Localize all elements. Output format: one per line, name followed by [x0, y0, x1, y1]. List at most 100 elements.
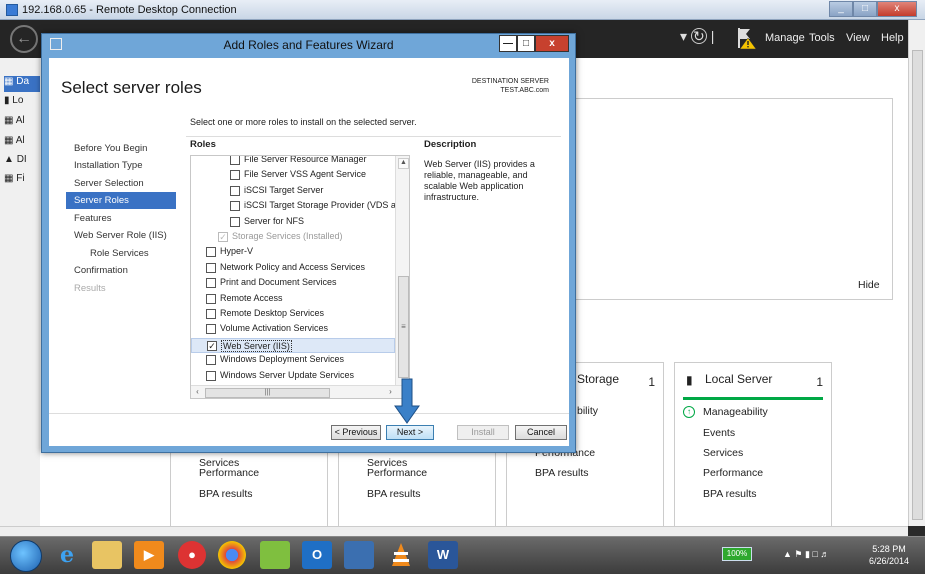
next-button[interactable]: Next > — [386, 425, 434, 440]
internet-explorer-icon[interactable]: e — [52, 541, 82, 569]
nav-item-ad[interactable]: ▦ Al — [4, 135, 40, 151]
role-row[interactable]: Network Policy and Access Services — [191, 261, 395, 276]
roles-list-scroll-thumb[interactable]: ≡ — [398, 276, 409, 378]
nav-item-all-servers[interactable]: ▦ Al — [4, 115, 40, 131]
vlc-icon[interactable] — [386, 541, 416, 569]
scrollbar-thumb[interactable] — [912, 50, 923, 520]
roles-list-hscrollbar[interactable]: ‹ ||| › — [191, 385, 409, 398]
wizard-title: Add Roles and Features Wizard — [223, 38, 394, 52]
menu-manage[interactable]: Manage — [765, 20, 805, 58]
role-row[interactable]: ✓ Web Server (IIS) — [191, 337, 395, 353]
roles-tile-2[interactable]: Services Performance BPA results — [338, 450, 496, 528]
role-checkbox[interactable] — [206, 247, 216, 258]
tile-row[interactable]: Services — [703, 447, 743, 459]
role-row[interactable]: File Server Resource Manager — [191, 156, 395, 168]
role-checkbox[interactable] — [230, 201, 240, 212]
previous-button[interactable]: < Previous — [331, 425, 381, 440]
role-checkbox[interactable] — [206, 278, 216, 289]
tile-row[interactable]: BPA results — [199, 488, 253, 500]
refresh-icon[interactable]: ▾ ↻ | — [680, 28, 714, 45]
word-icon[interactable]: W — [428, 541, 458, 569]
menu-tools[interactable]: Tools — [809, 20, 835, 58]
tile-row[interactable]: Manageability — [703, 406, 768, 418]
scroll-left-icon[interactable]: ‹ — [192, 387, 203, 398]
wizard-minimize-button[interactable]: — — [499, 35, 517, 52]
menu-help[interactable]: Help — [881, 20, 904, 58]
nav-item-dashboard[interactable]: ▦ Da — [4, 76, 40, 92]
wizard-close-button[interactable]: x — [535, 35, 569, 52]
rdp-minimize-button[interactable]: _ — [829, 1, 853, 17]
hide-link[interactable]: Hide — [858, 279, 880, 291]
server-manager-nav: ▦ Da ▮ Lo ▦ Al ▦ Al ▲ DI ▦ Fi — [0, 58, 40, 526]
outlook-icon[interactable]: O — [302, 541, 332, 569]
start-button-icon[interactable] — [10, 540, 42, 572]
role-checkbox[interactable] — [206, 309, 216, 319]
tile-row[interactable]: bility — [577, 405, 598, 417]
vertical-scrollbar[interactable] — [908, 20, 925, 526]
tile-row[interactable]: BPA results — [367, 488, 421, 500]
step-features[interactable]: Features — [66, 210, 176, 227]
cancel-button[interactable]: Cancel — [515, 425, 567, 440]
roles-list-vscrollbar[interactable]: ▲ ≡ — [395, 156, 409, 385]
media-player-icon[interactable]: ▶ — [134, 541, 164, 569]
scroll-up-icon[interactable]: ▲ — [398, 158, 409, 169]
wizard-maximize-button[interactable]: □ — [517, 35, 535, 52]
tile-row[interactable]: BPA results — [703, 488, 757, 500]
rdp-close-button[interactable]: x — [877, 1, 917, 17]
horizontal-scrollbar[interactable] — [0, 526, 908, 536]
role-row[interactable]: Volume Activation Services — [191, 322, 395, 337]
role-row[interactable]: Windows Server Update Services — [191, 369, 395, 384]
roles-list-hscroll-thumb[interactable]: ||| — [205, 388, 330, 398]
role-row[interactable]: File Server VSS Agent Service — [191, 168, 395, 183]
role-checkbox[interactable] — [206, 355, 216, 366]
step-role-services[interactable]: Role Services — [66, 245, 176, 262]
role-checkbox[interactable] — [206, 293, 216, 304]
role-row[interactable]: Print and Document Services — [191, 276, 395, 291]
step-server-roles[interactable]: Server Roles — [66, 192, 176, 209]
nav-item-local-server[interactable]: ▮ Lo — [4, 95, 40, 111]
step-server-selection[interactable]: Server Selection — [66, 175, 176, 192]
clock[interactable]: 5:28 PM 6/26/2014 — [864, 543, 914, 567]
role-checkbox[interactable]: ✓ — [207, 340, 217, 351]
chrome-icon[interactable] — [218, 541, 246, 569]
remote-desktop-app-icon[interactable] — [344, 541, 374, 569]
role-checkbox[interactable] — [206, 262, 216, 273]
step-confirmation[interactable]: Confirmation — [66, 262, 176, 279]
back-icon[interactable]: ← — [10, 25, 38, 53]
role-checkbox[interactable] — [230, 185, 240, 196]
role-row[interactable]: iSCSI Target Storage Provider (VDS and V… — [191, 199, 395, 214]
rdp-maximize-button[interactable]: □ — [853, 1, 877, 17]
tile-row[interactable]: BPA results — [535, 467, 589, 479]
role-row[interactable]: iSCSI Target Server — [191, 184, 395, 199]
app-icon[interactable]: ● — [178, 541, 206, 569]
file-explorer-icon[interactable] — [92, 541, 122, 569]
nav-item-file-services[interactable]: ▦ Fi — [4, 173, 40, 189]
step-installation-type[interactable]: Installation Type — [66, 157, 176, 174]
role-checkbox[interactable] — [230, 216, 240, 227]
tile-row[interactable]: Performance — [199, 467, 259, 479]
tile-row[interactable]: Performance — [367, 467, 427, 479]
photos-icon[interactable] — [260, 541, 290, 569]
battery-icon[interactable]: 100% — [722, 547, 752, 561]
roles-tile-1[interactable]: Services Performance BPA results — [170, 450, 328, 528]
role-checkbox[interactable] — [230, 156, 240, 165]
wizard-titlebar[interactable]: Add Roles and Features Wizard — □ x — [42, 34, 575, 56]
role-checkbox[interactable] — [206, 324, 216, 335]
role-row[interactable]: Server for NFS — [191, 215, 395, 230]
step-before-you-begin[interactable]: Before You Begin — [66, 140, 176, 157]
notification-flag-icon[interactable] — [736, 26, 758, 50]
nav-item-dns[interactable]: ▲ DI — [4, 154, 40, 170]
roles-list[interactable]: Windows Server Update Services Windows De… — [190, 155, 410, 399]
role-row[interactable]: Windows Deployment Services — [191, 353, 395, 368]
role-checkbox[interactable] — [206, 370, 216, 381]
role-checkbox[interactable] — [230, 170, 240, 181]
tile-row[interactable]: Events — [703, 427, 735, 439]
tile-row[interactable]: Performance — [703, 467, 763, 479]
role-row[interactable]: Remote Access — [191, 292, 395, 307]
menu-view[interactable]: View — [846, 20, 870, 58]
role-row[interactable]: Remote Desktop Services — [191, 307, 395, 322]
role-row[interactable]: Hyper-V — [191, 245, 395, 260]
system-tray[interactable]: ▲ ⚑ ▮ □ ♬ — [783, 549, 829, 560]
step-web-server-role[interactable]: Web Server Role (IIS) — [66, 227, 176, 244]
local-server-tile[interactable]: Local Server ▮ 1 ↑ Manageability Events … — [674, 362, 832, 528]
